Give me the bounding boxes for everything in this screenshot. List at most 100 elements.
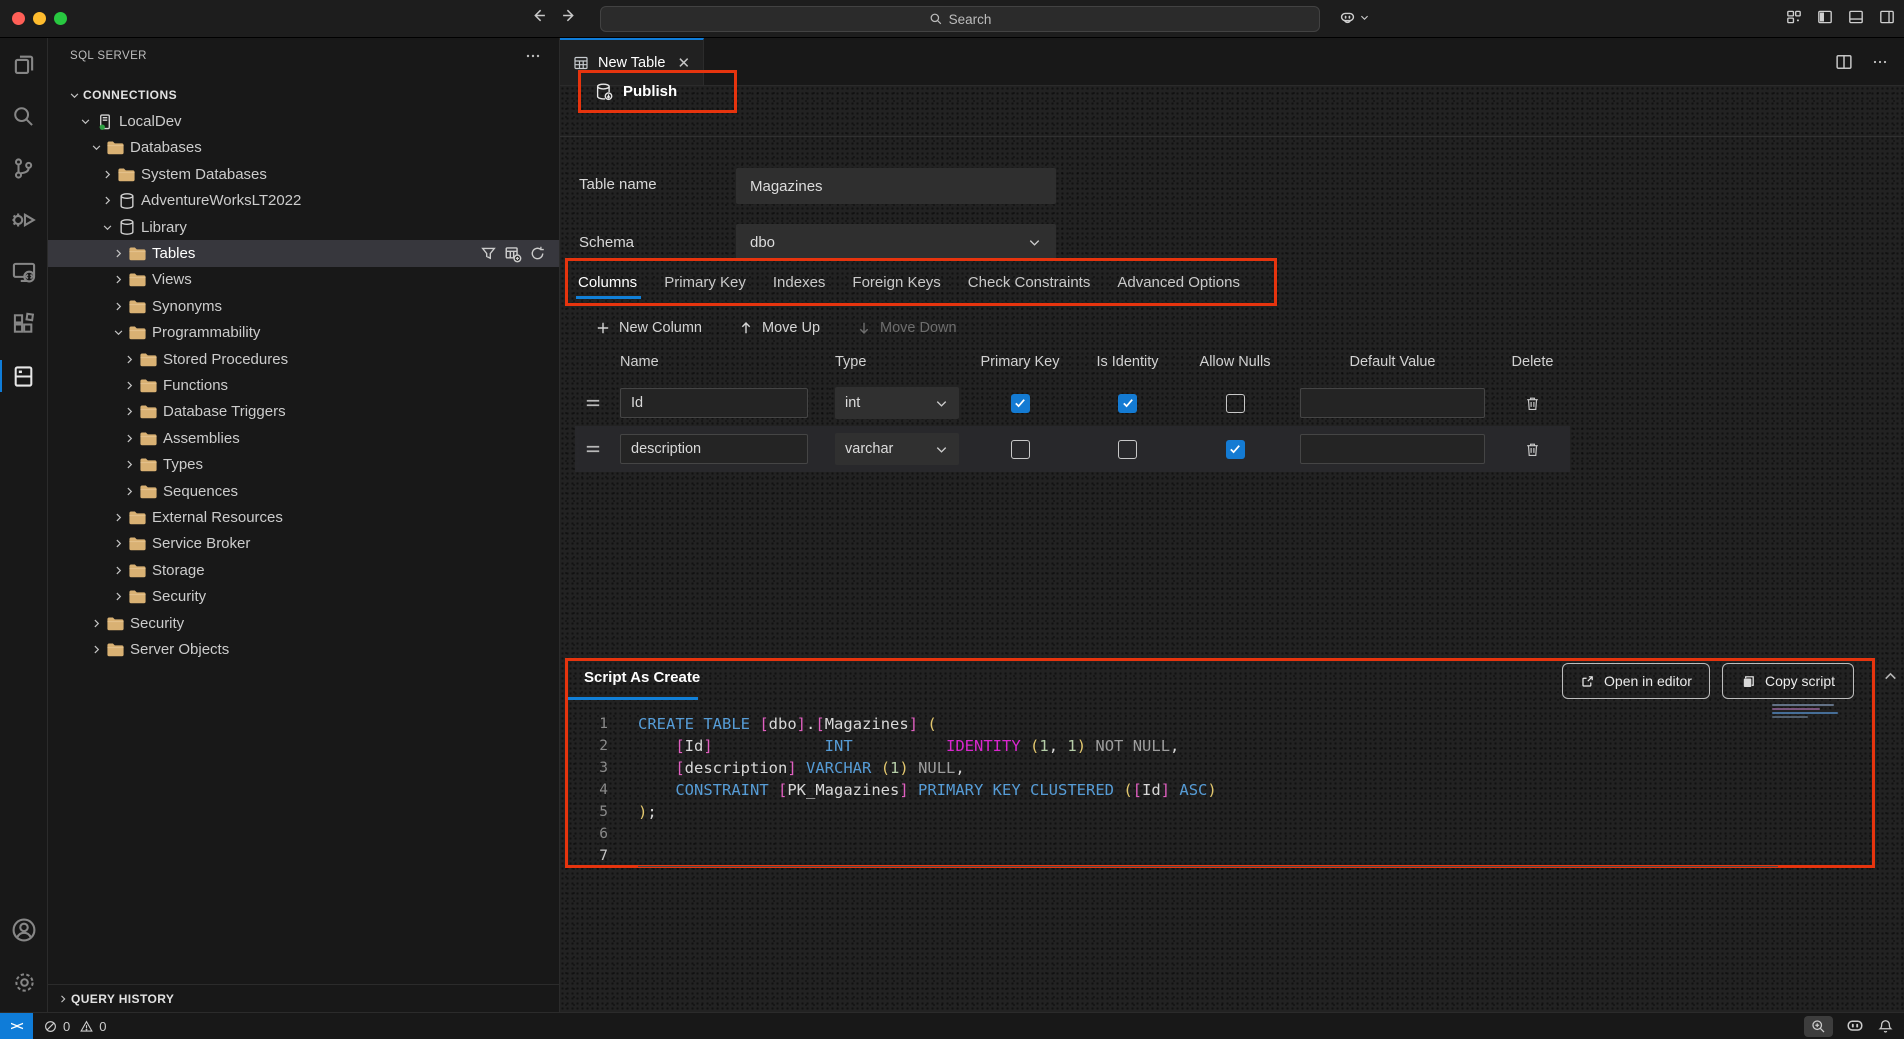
- move-up-button[interactable]: Move Up: [738, 320, 820, 336]
- tree-item-stored-procedures[interactable]: Stored Procedures: [48, 346, 559, 372]
- tree-item-sequences[interactable]: Sequences: [48, 478, 559, 504]
- query-history-label: QUERY HISTORY: [71, 992, 174, 1006]
- tree-item-tables[interactable]: Tables: [48, 240, 559, 266]
- tree-item-database-triggers[interactable]: Database Triggers: [48, 399, 559, 425]
- tree-item-localdev[interactable]: LocalDev: [48, 108, 559, 134]
- activity-accounts[interactable]: [0, 904, 48, 956]
- delete-column-button[interactable]: [1495, 441, 1570, 458]
- close-tab-icon[interactable]: ✕: [677, 54, 690, 72]
- is-identity-checkbox[interactable]: [1118, 394, 1137, 413]
- allow-nulls-checkbox[interactable]: [1226, 440, 1245, 459]
- tree-item-programmability[interactable]: Programmability: [48, 320, 559, 346]
- refresh-icon[interactable]: [529, 245, 546, 263]
- designer-tab-columns[interactable]: Columns: [578, 261, 637, 303]
- drag-handle[interactable]: [575, 440, 610, 458]
- tree-item-service-broker[interactable]: Service Broker: [48, 531, 559, 557]
- tree-item-security[interactable]: Security: [48, 610, 559, 636]
- designer-tab-advanced-options[interactable]: Advanced Options: [1117, 261, 1240, 303]
- tree-item-synonyms[interactable]: Synonyms: [48, 293, 559, 319]
- connections-tree: CONNECTIONSLocalDevDatabasesSystem Datab…: [48, 82, 559, 663]
- open-in-editor-label: Open in editor: [1604, 673, 1692, 689]
- column-type-select[interactable]: int: [835, 387, 959, 419]
- tree-item-databases[interactable]: Databases: [48, 135, 559, 161]
- activity-remote-explorer[interactable]: [0, 246, 48, 298]
- chevron-right-icon: [110, 273, 127, 286]
- tree-item-system-databases[interactable]: System Databases: [48, 161, 559, 187]
- script-code[interactable]: 1CREATE TABLE [dbo].[Magazines] (2 [Id] …: [568, 713, 1868, 867]
- designer-tab-check-constraints[interactable]: Check Constraints: [968, 261, 1091, 303]
- editor-more-actions-icon[interactable]: [1872, 54, 1888, 70]
- allow-nulls-checkbox[interactable]: [1226, 394, 1245, 413]
- designer-tab-primary-key[interactable]: Primary Key: [664, 261, 746, 303]
- tree-item-connections[interactable]: CONNECTIONS: [48, 82, 559, 108]
- back-icon[interactable]: [530, 7, 547, 24]
- activity-search[interactable]: [0, 90, 48, 142]
- publish-button[interactable]: Publish: [581, 82, 677, 102]
- delete-column-button[interactable]: [1495, 395, 1570, 412]
- remote-indicator[interactable]: ><: [0, 1013, 33, 1039]
- designer-tab-foreign-keys[interactable]: Foreign Keys: [852, 261, 940, 303]
- column-name-input[interactable]: [620, 434, 808, 464]
- tree-item-adventureworkslt2022[interactable]: AdventureWorksLT2022: [48, 188, 559, 214]
- grid-header-name: Name: [610, 354, 825, 370]
- activity-run-debug[interactable]: [0, 194, 48, 246]
- command-center-search[interactable]: Search: [600, 6, 1320, 32]
- copy-script-button[interactable]: Copy script: [1722, 663, 1854, 699]
- window-controls[interactable]: [12, 12, 67, 25]
- close-window-button[interactable]: [12, 12, 25, 25]
- table-name-input[interactable]: [736, 168, 1056, 204]
- toggle-panel-icon[interactable]: [1847, 8, 1865, 26]
- tree-item-storage[interactable]: Storage: [48, 557, 559, 583]
- chevron-down-icon: [66, 89, 83, 102]
- copilot-menu[interactable]: [1338, 8, 1370, 27]
- column-type-select[interactable]: varchar: [835, 433, 959, 465]
- chevron-right-icon: [99, 168, 116, 181]
- filter-icon[interactable]: [480, 245, 497, 263]
- new-table-icon[interactable]: [504, 245, 522, 263]
- activity-settings[interactable]: [0, 956, 48, 1008]
- new-column-button[interactable]: New Column: [595, 320, 702, 336]
- drag-handle[interactable]: [575, 394, 610, 412]
- activity-source-control[interactable]: [0, 142, 48, 194]
- minimize-window-button[interactable]: [33, 12, 46, 25]
- forward-icon[interactable]: [561, 7, 578, 24]
- toggle-secondary-sidebar-icon[interactable]: [1878, 8, 1896, 26]
- tree-item-types[interactable]: Types: [48, 451, 559, 477]
- query-history-section[interactable]: QUERY HISTORY: [48, 984, 559, 1012]
- default-value-input[interactable]: [1300, 388, 1485, 418]
- is-identity-checkbox[interactable]: [1118, 440, 1137, 459]
- chevron-down-icon: [110, 326, 127, 339]
- tree-item-external-resources[interactable]: External Resources: [48, 504, 559, 530]
- more-actions-icon[interactable]: [525, 48, 541, 64]
- tree-item-views[interactable]: Views: [48, 267, 559, 293]
- tree-item-functions[interactable]: Functions: [48, 372, 559, 398]
- warning-count: 0: [99, 1019, 106, 1034]
- tree-item-label: Tables: [152, 245, 195, 262]
- notifications-bell-icon[interactable]: [1877, 1018, 1894, 1035]
- activity-sql-server[interactable]: [0, 350, 48, 402]
- schema-select[interactable]: dbo: [736, 224, 1056, 260]
- customize-layout-icon[interactable]: [1785, 8, 1803, 26]
- problems-status[interactable]: 0 0: [43, 1019, 106, 1034]
- split-editor-icon[interactable]: [1834, 52, 1854, 72]
- zoom-status-icon[interactable]: [1804, 1016, 1833, 1037]
- primary-key-checkbox[interactable]: [1011, 440, 1030, 459]
- collapse-pane-icon[interactable]: [1882, 668, 1899, 685]
- designer-tab-indexes[interactable]: Indexes: [773, 261, 826, 303]
- default-value-input[interactable]: [1300, 434, 1485, 464]
- tree-item-library[interactable]: Library: [48, 214, 559, 240]
- column-name-input[interactable]: [620, 388, 808, 418]
- activity-extensions[interactable]: [0, 298, 48, 350]
- toggle-sidebar-icon[interactable]: [1816, 8, 1834, 26]
- open-in-editor-button[interactable]: Open in editor: [1562, 663, 1710, 699]
- tree-item-assemblies[interactable]: Assemblies: [48, 425, 559, 451]
- tree-item-server-objects[interactable]: Server Objects: [48, 636, 559, 662]
- primary-key-checkbox[interactable]: [1011, 394, 1030, 413]
- chevron-right-icon: [54, 993, 71, 1005]
- title-bar: Search: [0, 0, 1904, 38]
- copilot-status-icon[interactable]: [1845, 1016, 1865, 1036]
- tree-item-security[interactable]: Security: [48, 583, 559, 609]
- activity-explorer[interactable]: [0, 38, 48, 90]
- maximize-window-button[interactable]: [54, 12, 67, 25]
- folder-icon: [128, 270, 147, 289]
